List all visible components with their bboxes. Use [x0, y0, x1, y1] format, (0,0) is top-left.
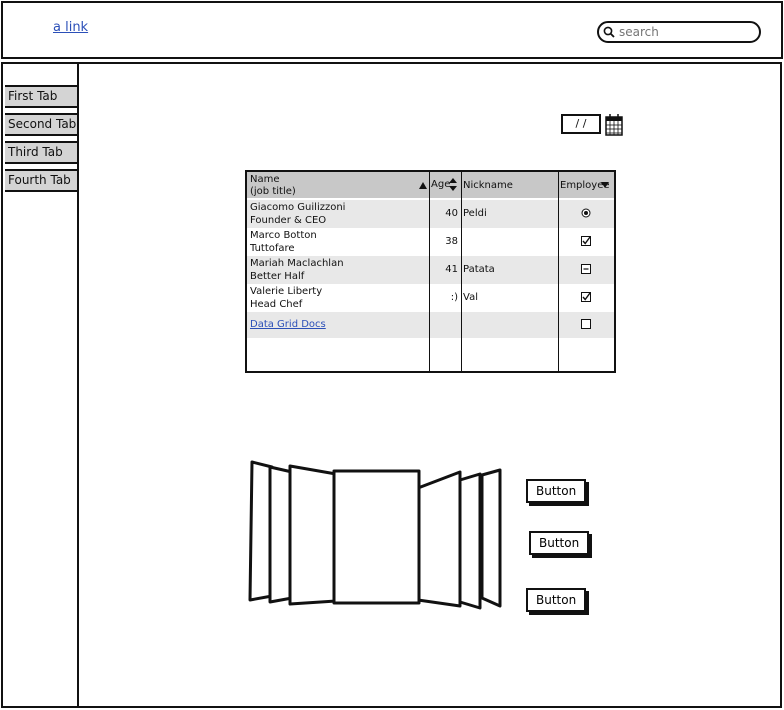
row-name: Mariah Maclachlan: [250, 258, 344, 269]
sort-both-icon[interactable]: [449, 178, 457, 191]
row-name: Giacomo Guilizzoni: [250, 202, 346, 213]
column-divider: [558, 172, 559, 371]
col-name-header[interactable]: Name (job title): [250, 174, 296, 198]
column-divider: [461, 172, 462, 371]
checkbox-unchecked-icon[interactable]: [581, 319, 591, 329]
action-button-3[interactable]: Button: [526, 588, 587, 612]
header-link[interactable]: a link: [53, 20, 88, 35]
sort-asc-icon[interactable]: [419, 182, 427, 189]
row-age: 38: [445, 236, 458, 247]
employee-checkbox[interactable]: [560, 312, 612, 340]
row-age: :): [450, 292, 458, 303]
date-field[interactable]: / /: [561, 114, 601, 134]
checkbox-checked-icon[interactable]: [581, 236, 591, 246]
employee-checkbox[interactable]: [560, 228, 612, 256]
employee-radio[interactable]: [560, 200, 612, 228]
cover-flow-item: [458, 472, 482, 610]
search-icon: [603, 26, 615, 38]
cover-flow-item: [416, 470, 462, 608]
search-box[interactable]: [597, 21, 761, 43]
col-name-sublabel: (job title): [250, 186, 296, 197]
row-title: Tuttofare: [250, 243, 295, 254]
col-name-label: Name: [250, 174, 280, 185]
employee-checkbox[interactable]: [560, 284, 612, 312]
row-name: Valerie Liberty: [250, 286, 323, 297]
col-nickname-header[interactable]: Nickname: [463, 180, 513, 191]
data-grid-docs-link[interactable]: Data Grid Docs: [250, 319, 326, 330]
column-divider: [429, 172, 430, 371]
checkbox-checked-icon[interactable]: [581, 292, 591, 302]
cover-flow-selected-item: [332, 469, 421, 605]
row-age: 41: [445, 264, 458, 275]
cover-flow-item: [480, 468, 502, 608]
tab-fourth[interactable]: Fourth Tab: [5, 169, 79, 192]
data-grid[interactable]: Name (job title) Age Nickname Employee G…: [245, 170, 616, 373]
radio-selected-icon[interactable]: [581, 208, 591, 218]
row-name: Marco Botton: [250, 230, 317, 241]
row-nickname: Peldi: [463, 208, 487, 219]
sort-desc-icon[interactable]: [601, 182, 609, 188]
row-nickname: Patata: [463, 264, 495, 275]
cover-flow-item: [288, 464, 338, 606]
col-age-header[interactable]: Age: [431, 179, 450, 190]
calendar-icon[interactable]: [605, 114, 623, 136]
row-title: Founder & CEO: [250, 215, 327, 226]
row-nickname: Val: [463, 292, 478, 303]
cover-flow[interactable]: [246, 458, 506, 610]
tab-third[interactable]: Third Tab: [5, 141, 79, 164]
main-panel: [77, 62, 782, 708]
employee-checkbox[interactable]: [560, 256, 612, 284]
sidebar: First Tab Second Tab Third Tab Fourth Ta…: [1, 62, 79, 708]
search-input[interactable]: [619, 24, 749, 40]
row-age: 40: [445, 208, 458, 219]
row-nickname: [463, 228, 553, 256]
tab-second[interactable]: Second Tab: [5, 113, 79, 136]
row-title: Head Chef: [250, 299, 303, 310]
header-bar: a link: [1, 1, 783, 59]
tab-first[interactable]: First Tab: [5, 85, 79, 108]
action-button-2[interactable]: Button: [529, 531, 590, 555]
action-button-1[interactable]: Button: [526, 479, 587, 503]
checkbox-indeterminate-icon[interactable]: [581, 264, 591, 274]
row-title: Better Half: [250, 271, 305, 282]
